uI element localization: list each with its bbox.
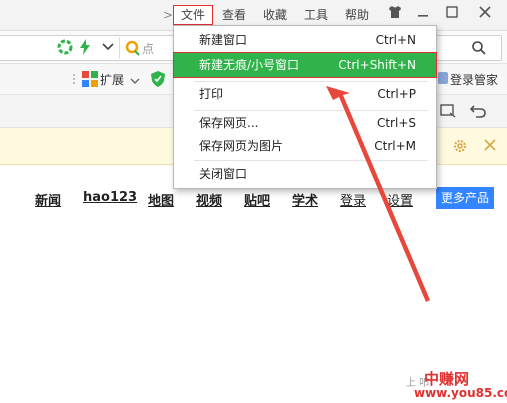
menu-item-save-page[interactable]: 保存网页... Ctrl+S [174, 111, 436, 135]
nav-link-settings[interactable]: 设置 [387, 190, 413, 209]
tab-list-icon[interactable] [440, 104, 456, 121]
nav-link-video[interactable]: 视频 [196, 190, 222, 209]
menu-item-label: 打印 [199, 87, 224, 101]
login-icon[interactable] [438, 72, 448, 87]
undo-icon[interactable] [469, 104, 486, 121]
menu-item-label: 新建窗口 [199, 33, 248, 47]
minimize-icon[interactable] [412, 4, 434, 24]
gear-icon[interactable] [452, 138, 468, 157]
menu-file[interactable]: 文件 [173, 5, 214, 25]
menu-favorites[interactable]: 收藏 [263, 6, 287, 24]
nav-link-academic[interactable]: 学术 [292, 190, 318, 209]
extensions-icon[interactable] [82, 71, 98, 90]
menu-item-label: 保存网页... [199, 116, 259, 130]
shield-icon[interactable] [57, 39, 73, 58]
nav-link-hao123[interactable]: hao123 [83, 190, 137, 205]
menu-item-shortcut: Ctrl+N [375, 33, 416, 47]
search-icon[interactable] [471, 40, 487, 59]
chevron-right-icon[interactable]: > [163, 6, 173, 24]
menu-help[interactable]: 帮助 [345, 6, 369, 24]
nav-link-login[interactable]: 登录 [340, 190, 366, 209]
nav-link-map[interactable]: 地图 [148, 190, 174, 209]
more-products-button[interactable]: 更多产品 [436, 187, 494, 209]
menu-item-label: 新建无痕/小号窗口 [199, 58, 300, 72]
menu-item-shortcut: Ctrl+P [377, 87, 416, 101]
close-icon[interactable] [484, 139, 496, 154]
menu-item-label: 关闭窗口 [199, 167, 248, 181]
close-icon[interactable] [474, 4, 496, 24]
nav-link-news[interactable]: 新闻 [35, 190, 61, 209]
maximize-icon[interactable] [441, 4, 463, 24]
login-manager-label[interactable]: 登录管家 [450, 71, 498, 88]
menu-item-save-page-as-image[interactable]: 保存网页为图片 Ctrl+M [174, 134, 436, 158]
menu-item-label: 保存网页为图片 [199, 139, 284, 153]
menu-tools[interactable]: 工具 [304, 6, 328, 24]
watermark-url: www.you85.com [414, 386, 507, 400]
menu-item-close-window[interactable]: 关闭窗口 [174, 162, 436, 186]
menu-item-new-window[interactable]: 新建窗口 Ctrl+N [174, 28, 436, 52]
grip-icon [72, 73, 76, 88]
nav-link-tieba[interactable]: 贴吧 [244, 190, 270, 209]
file-menu-dropdown: 新建窗口 Ctrl+N 新建无痕/小号窗口 Ctrl+Shift+N 打印 Ct… [173, 25, 437, 189]
menu-item-shortcut: Ctrl+S [376, 116, 416, 130]
extensions-label[interactable]: 扩展 [100, 71, 124, 88]
menu-separator [194, 160, 428, 161]
divider [119, 37, 120, 59]
shield-icon[interactable] [150, 71, 166, 90]
menu-view[interactable]: 查看 [222, 6, 246, 24]
chevron-down-icon[interactable] [130, 74, 140, 88]
menu-item-shortcut: Ctrl+Shift+N [338, 58, 416, 72]
chevron-down-icon[interactable] [102, 41, 114, 55]
shirt-icon[interactable] [384, 4, 406, 24]
search-engine-icon[interactable] [125, 40, 141, 59]
menu-item-print[interactable]: 打印 Ctrl+P [174, 82, 436, 106]
lightning-icon[interactable] [79, 39, 91, 58]
menu-item-shortcut: Ctrl+M [374, 139, 416, 153]
menu-item-new-incognito-window[interactable]: 新建无痕/小号窗口 Ctrl+Shift+N [173, 52, 437, 78]
search-placeholder[interactable]: 点 [142, 40, 154, 57]
watermark: 上 叩 中赚网 www.you85.com [400, 368, 507, 402]
